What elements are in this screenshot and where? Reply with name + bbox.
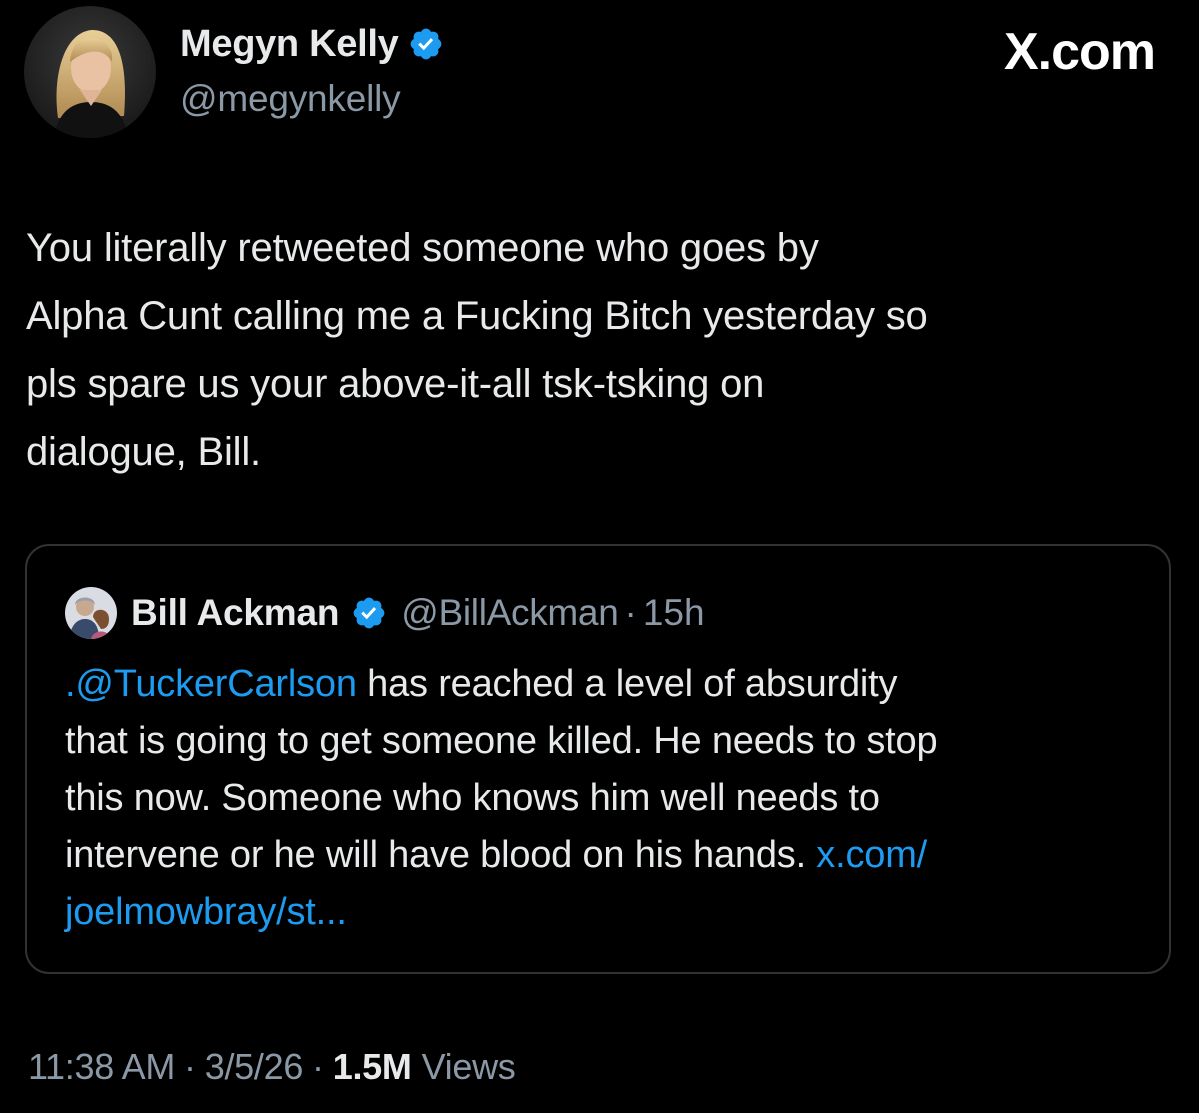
quote-line: .@TuckerCarlson has reached a level of a… — [65, 656, 1155, 713]
quoted-tweet-header: Bill Ackman @BillAckman · 15h — [65, 587, 705, 639]
meta-separator: · — [184, 1046, 196, 1087]
verified-badge-icon — [353, 597, 385, 629]
xcom-brand-label: X.com — [1003, 23, 1156, 81]
tweet-text: You literally retweeted someone who goes… — [26, 214, 1176, 486]
url-link[interactable]: x.com/ — [816, 834, 927, 876]
quote-line: joelmowbray/st... — [65, 884, 1155, 941]
quote-line-text: has reached a level of absurdity — [356, 663, 898, 705]
quote-line-text: intervene or he will have blood on his h… — [65, 834, 817, 876]
mention-link[interactable]: .@TuckerCarlson — [65, 663, 357, 705]
tweet-line: dialogue, Bill. — [26, 430, 261, 474]
author-avatar[interactable] — [24, 6, 156, 138]
verified-badge-icon — [411, 28, 442, 60]
tweet-time[interactable]: 11:38 AM — [28, 1046, 175, 1088]
author-avatar-image — [24, 6, 156, 138]
quote-line: this now. Someone who knows him well nee… — [65, 777, 880, 819]
tweet-line: pls spare us your above-it-all tsk-tskin… — [26, 362, 765, 406]
quoted-author-avatar[interactable] — [65, 587, 117, 639]
quoted-author-name[interactable]: Bill Ackman — [131, 592, 339, 634]
meta-separator: · — [312, 1046, 324, 1087]
tweet-meta: 11:38 AM · 3/5/26 · 1.5M Views — [28, 1046, 516, 1088]
quoted-tweet-text: .@TuckerCarlson has reached a level of a… — [65, 656, 1155, 941]
author-name[interactable]: Megyn Kelly — [180, 23, 399, 66]
quoted-tweet-card[interactable]: Bill Ackman @BillAckman · 15h .@TuckerCa… — [25, 544, 1171, 974]
views-count: 1.5M — [332, 1046, 412, 1087]
views-label: Views — [421, 1046, 516, 1087]
quoted-tweet-time[interactable]: 15h — [643, 592, 705, 634]
quote-line: intervene or he will have blood on his h… — [65, 827, 1155, 884]
quoted-author-avatar-image — [65, 587, 117, 639]
tweet-date[interactable]: 3/5/26 — [205, 1046, 304, 1088]
author-handle[interactable]: @megynkelly — [180, 78, 401, 120]
author-name-row: Megyn Kelly — [180, 20, 444, 68]
url-link-continued[interactable]: joelmowbray/st... — [65, 891, 347, 933]
quote-line: that is going to get someone killed. He … — [65, 720, 938, 762]
header-separator: · — [624, 592, 637, 633]
tweet-line: You literally retweeted someone who goes… — [26, 226, 819, 270]
quoted-author-handle[interactable]: @BillAckman — [401, 592, 619, 634]
tweet-line: Alpha Cunt calling me a Fucking Bitch ye… — [26, 294, 928, 338]
